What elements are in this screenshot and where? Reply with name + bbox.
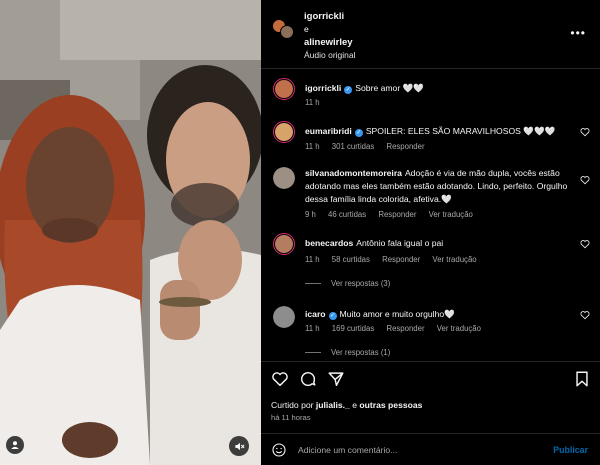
liked-others-link[interactable]: outras pessoas — [359, 400, 422, 410]
author-username-1[interactable]: igorrickli — [304, 10, 356, 23]
video-frame-image — [0, 0, 261, 465]
share-icon[interactable] — [327, 370, 345, 388]
audio-link[interactable]: Áudio original — [304, 49, 356, 62]
liked-and: e — [352, 400, 357, 410]
translate-button[interactable]: Ver tradução — [437, 324, 481, 333]
comment-input[interactable] — [298, 442, 518, 458]
author-separator: e — [304, 24, 309, 34]
post-actions: Curtido por julialis._ e outras pessoas … — [261, 361, 600, 461]
view-replies-label: Ver respostas (1) — [331, 348, 391, 357]
verified-badge-icon: ✓ — [354, 129, 363, 137]
more-options-button[interactable]: ••• — [570, 26, 586, 40]
comment-time[interactable]: 11 h — [305, 324, 320, 333]
mute-button[interactable] — [229, 436, 249, 456]
comment-time[interactable]: 9 h — [305, 210, 316, 219]
collab-names: igorrickli e alinewirley Áudio original — [304, 10, 356, 62]
comment-time[interactable]: 11 h — [305, 142, 320, 151]
avatar — [280, 25, 294, 39]
heart-icon[interactable] — [580, 127, 590, 137]
author-username-2[interactable]: alinewirley — [304, 36, 356, 49]
avatar[interactable] — [273, 78, 295, 100]
replies-divider — [305, 352, 321, 354]
comment-text-block: eumaribridi ✓ SPOILER: ELES SÃO MARAVILHOS… — [305, 125, 575, 138]
heart-icon[interactable] — [580, 175, 590, 185]
reply-button[interactable]: Responder — [382, 255, 420, 264]
verified-badge-icon: ✓ — [328, 312, 337, 320]
reel-video[interactable] — [0, 0, 261, 465]
view-replies-button[interactable]: Ver respostas (1) — [305, 348, 390, 357]
instagram-reel-view: igorrickli e alinewirley Áudio original … — [0, 0, 600, 465]
heart-icon[interactable] — [580, 239, 590, 249]
comment-text: Antônio fala igual o pai — [356, 238, 444, 248]
post-header: igorrickli e alinewirley Áudio original … — [261, 0, 600, 69]
comment-username[interactable]: icaro — [305, 309, 326, 319]
reply-button[interactable]: Responder — [386, 324, 424, 333]
post-time[interactable]: há 11 horas — [271, 413, 311, 422]
heart-icon[interactable] — [580, 310, 590, 320]
comment-username[interactable]: silvanadomontemoreira — [305, 168, 402, 178]
avatar[interactable] — [273, 233, 295, 255]
view-replies-button[interactable]: Ver respostas (3) — [305, 279, 390, 288]
speaker-muted-icon — [234, 442, 244, 450]
comment-likes[interactable]: 169 curtidas — [332, 324, 374, 333]
tagged-users-button[interactable] — [6, 436, 24, 454]
comment-time[interactable]: 11 h — [305, 255, 320, 264]
comment-meta: 11 h — [305, 98, 330, 107]
translate-button[interactable]: Ver tradução — [429, 210, 473, 219]
comment-likes[interactable]: 46 curtidas — [328, 210, 366, 219]
heart-icon[interactable] — [271, 370, 289, 388]
comment-username[interactable]: benecardos — [305, 238, 353, 248]
comment-text-block: silvanadomontemoreira Adoção é via de mão… — [305, 167, 575, 206]
replies-divider — [305, 283, 321, 285]
comment-time[interactable]: 11 h — [305, 98, 320, 107]
publish-button[interactable]: Publicar — [553, 445, 588, 455]
liked-username[interactable]: julialis._ — [316, 400, 350, 410]
liked-prefix: Curtido por — [271, 400, 314, 410]
more-horizontal-icon: ••• — [570, 26, 586, 40]
comment-text: Sobre amor 🤍🤍 — [355, 83, 424, 93]
comment-username[interactable]: igorrickli — [305, 83, 341, 93]
comment-username[interactable]: eumaribridi — [305, 126, 352, 136]
comment-likes[interactable]: 301 curtidas — [332, 142, 374, 151]
comment-text: SPOILER: ELES SÃO MARAVILHOSOS 🤍🤍🤍 — [365, 126, 556, 136]
view-replies-label: Ver respostas (3) — [331, 279, 391, 288]
add-comment-bar: Publicar — [261, 433, 600, 465]
comment-text-block: icaro ✓ Muito amor e muito orgulho🤍 — [305, 308, 575, 321]
bookmark-icon[interactable] — [573, 370, 591, 388]
emoji-icon[interactable] — [271, 442, 287, 458]
reply-button[interactable]: Responder — [378, 210, 416, 219]
comment-text: Muito amor e muito orgulho🤍 — [339, 309, 455, 319]
comment-meta: 11 h 169 curtidas Responder Ver tradução — [305, 324, 491, 333]
avatar[interactable] — [273, 121, 295, 143]
comment-icon[interactable] — [299, 370, 317, 388]
verified-badge-icon: ✓ — [344, 86, 353, 94]
reply-button[interactable]: Responder — [386, 142, 424, 151]
avatar[interactable] — [273, 306, 295, 328]
post-details-panel: igorrickli e alinewirley Áudio original … — [261, 0, 600, 465]
comment-likes[interactable]: 58 curtidas — [332, 255, 370, 264]
comments-list: igorrickli ✓ Sobre amor 🤍🤍 11 h eumaribrid… — [261, 70, 600, 361]
translate-button[interactable]: Ver tradução — [432, 255, 476, 264]
comment-meta: 11 h 301 curtidas Responder — [305, 142, 435, 151]
avatar[interactable] — [273, 167, 295, 189]
comment-text-block: benecardos Antônio fala igual o pai — [305, 237, 575, 250]
comment-meta: 9 h 46 curtidas Responder Ver tradução — [305, 210, 483, 219]
collab-avatars[interactable] — [272, 19, 296, 43]
comment-text-block: igorrickli ✓ Sobre amor 🤍🤍 — [305, 82, 575, 95]
user-icon — [11, 441, 19, 449]
comment-meta: 11 h 58 curtidas Responder Ver tradução — [305, 255, 487, 264]
liked-by-text: Curtido por julialis._ e outras pessoas — [271, 400, 422, 410]
